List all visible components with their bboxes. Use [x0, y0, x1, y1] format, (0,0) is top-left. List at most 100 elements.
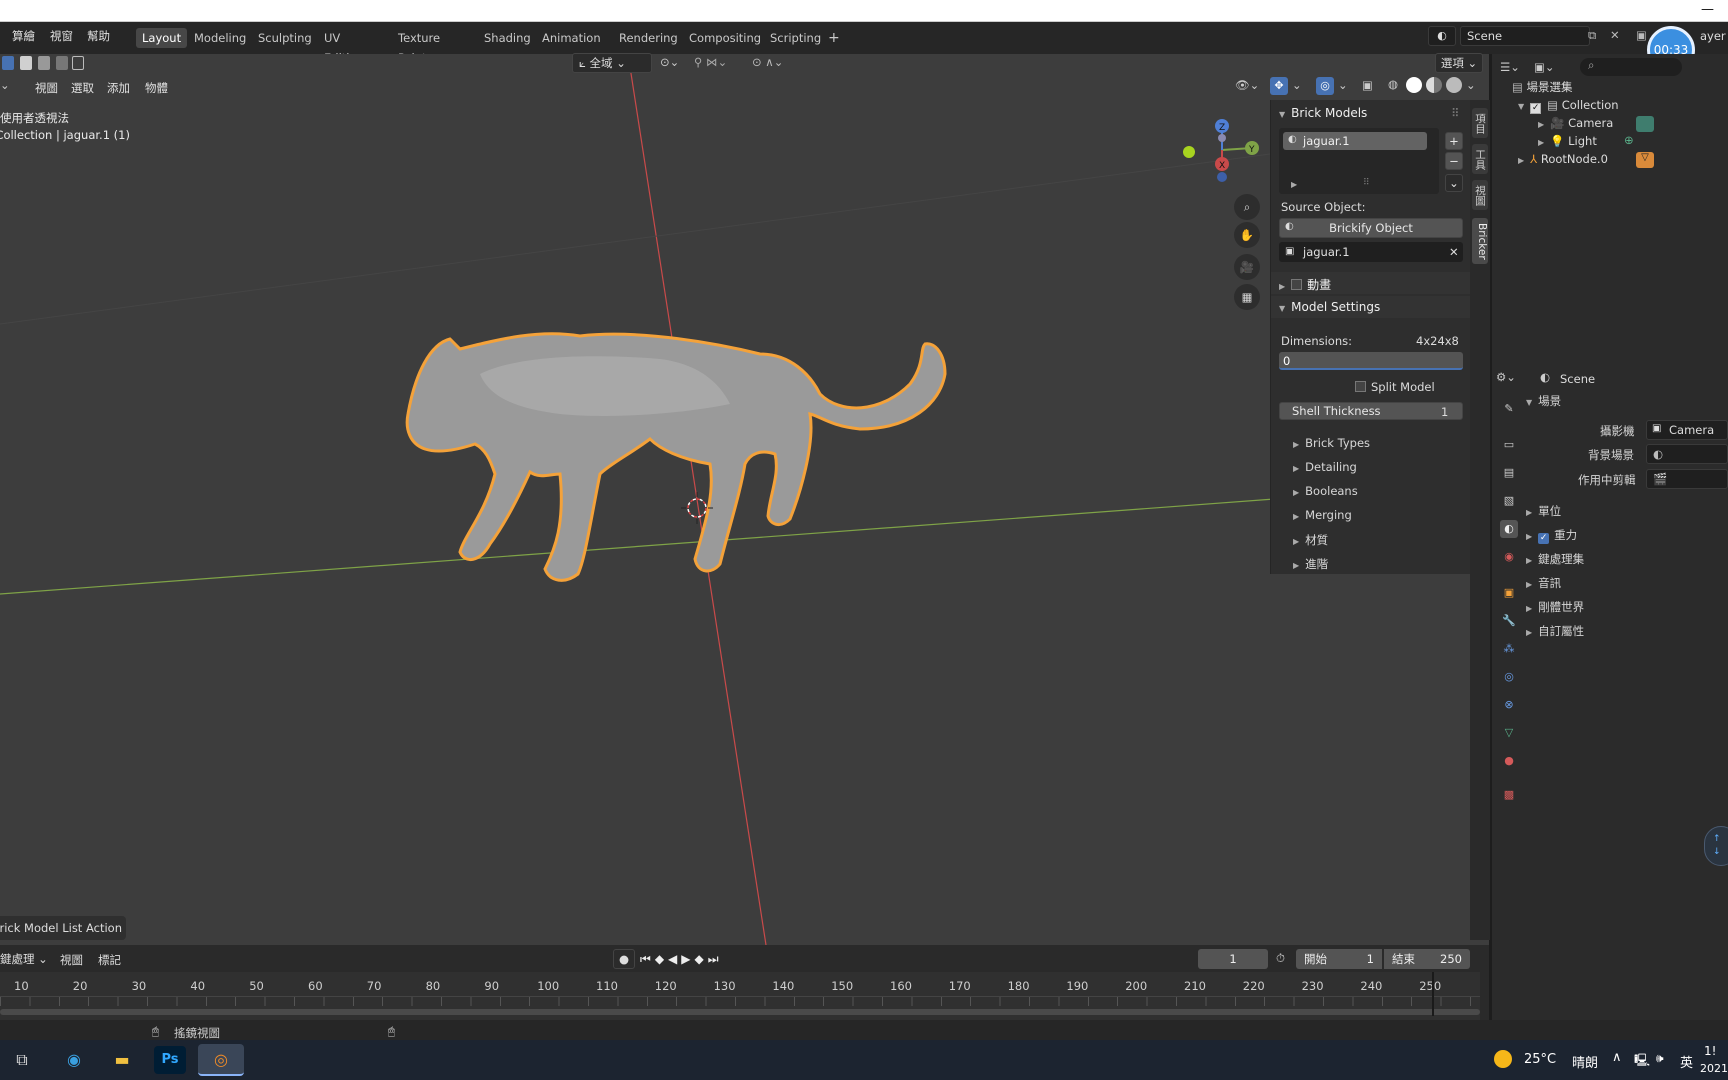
select-extend-icon[interactable]: [20, 56, 32, 70]
transform-orientation-dropdown[interactable]: ⟀ 全域 ⌄: [572, 53, 652, 73]
properties-type-icon[interactable]: ⚙⌄: [1496, 370, 1516, 384]
gravity-checkbox[interactable]: ✓: [1538, 533, 1550, 544]
split-model-checkbox[interactable]: Split Model: [1355, 380, 1435, 394]
shell-thickness-field[interactable]: Shell Thickness: [1279, 402, 1463, 420]
outliner-collection[interactable]: ▼ ✓ ▤ Collection: [1518, 96, 1619, 114]
viewport-menu-select[interactable]: 選取: [66, 80, 99, 96]
tab-bricker[interactable]: Bricker: [1472, 218, 1488, 264]
output-tab-icon[interactable]: ▤: [1500, 464, 1518, 482]
subpanel-detailing[interactable]: ▶ Detailing: [1293, 460, 1357, 474]
edge-browser-icon[interactable]: ◉: [56, 1044, 92, 1076]
tab-uv-editing[interactable]: UV Editing: [318, 28, 370, 65]
data-tab-icon[interactable]: ▽: [1500, 724, 1518, 742]
xray-icon[interactable]: ▣: [1362, 78, 1373, 92]
units-section[interactable]: ▶ 單位: [1526, 503, 1561, 519]
list-resize-icon[interactable]: ⠿: [1363, 178, 1370, 188]
visibility-icon[interactable]: 👁⌄: [1235, 78, 1259, 92]
gizmo-toggle-icon[interactable]: ✥: [1270, 77, 1288, 95]
clear-field-icon[interactable]: ✕: [1449, 245, 1459, 259]
camera-view-icon[interactable]: 🎥: [1234, 254, 1260, 280]
modifier-tab-icon[interactable]: 🔧: [1500, 612, 1518, 630]
particles-tab-icon[interactable]: ⁂: [1500, 640, 1518, 658]
start-frame-field[interactable]: 開始 1: [1296, 949, 1382, 969]
options-dropdown[interactable]: 選項 ⌄: [1435, 53, 1483, 73]
timeline-menu-view[interactable]: 視圖: [60, 952, 83, 968]
clock-icon[interactable]: ⏱: [1276, 951, 1285, 966]
blender-icon[interactable]: ◎: [198, 1044, 244, 1076]
tab-modeling[interactable]: Modeling: [188, 28, 252, 48]
tab-animation[interactable]: Animation: [536, 28, 607, 48]
3d-viewport[interactable]: Y Z X: [0, 54, 1489, 945]
subpanel-materials[interactable]: ▶ 材質: [1293, 532, 1328, 548]
editor-type-chevron-icon[interactable]: ⌄: [0, 78, 10, 92]
material-tab-icon[interactable]: ●: [1500, 752, 1518, 770]
new-scene-icon[interactable]: ⧉: [1588, 28, 1596, 43]
tab-layout[interactable]: Layout: [136, 28, 188, 48]
pivot-point-icon[interactable]: ⊙⌄: [660, 55, 679, 69]
display-mode-icon[interactable]: ▣⌄: [1534, 60, 1555, 74]
current-frame-field[interactable]: 1: [1198, 949, 1268, 969]
modifier-icon[interactable]: ▽: [1636, 152, 1654, 168]
drag-handle-icon[interactable]: ⠿: [1451, 106, 1459, 120]
list-item[interactable]: jaguar.1: [1283, 132, 1427, 150]
prev-keyframe-icon[interactable]: ◆: [655, 952, 668, 966]
overlay-dropdown-icon[interactable]: ⌄: [1338, 78, 1348, 92]
collection-checkbox[interactable]: ✓: [1530, 103, 1542, 114]
last-operator-panel[interactable]: Brick Model List Action: [0, 916, 126, 940]
scene-selector-icon[interactable]: ◐: [1428, 26, 1456, 46]
source-object-field[interactable]: jaguar.1: [1279, 242, 1463, 262]
auto-keying-button[interactable]: ●: [613, 949, 635, 969]
render-tab-icon[interactable]: ▭: [1500, 436, 1518, 454]
gravity-section[interactable]: ▶ ✓ 重力: [1526, 527, 1577, 544]
proportional-edit-icon[interactable]: ⊙ ∧⌄: [752, 55, 783, 69]
jump-start-icon[interactable]: ⏮: [640, 952, 655, 966]
outliner-camera[interactable]: ▶ 🎥 Camera: [1538, 114, 1613, 132]
outliner-search-input[interactable]: ⌕: [1580, 58, 1682, 76]
gizmo-dropdown-icon[interactable]: ⌄: [1292, 78, 1302, 92]
scene-section-header[interactable]: ▼ 場景: [1526, 393, 1561, 409]
rigid-body-world-section[interactable]: ▶ 剛體世界: [1526, 599, 1584, 615]
animation-checkbox[interactable]: [1291, 279, 1303, 290]
subpanel-advanced[interactable]: ▶ 進階: [1293, 556, 1328, 572]
animation-panel-header[interactable]: ▶ 動畫: [1271, 272, 1471, 294]
play-reverse-icon[interactable]: ◀: [668, 952, 681, 966]
tool-tab-icon[interactable]: ✎: [1500, 400, 1518, 418]
minimize-icon[interactable]: —: [1701, 2, 1714, 17]
shading-wireframe-icon[interactable]: ◍: [1388, 77, 1398, 91]
add-model-button[interactable]: +: [1445, 132, 1463, 150]
remove-model-button[interactable]: −: [1445, 152, 1463, 170]
shading-material-icon[interactable]: [1426, 77, 1442, 93]
overlay-toggle-icon[interactable]: ◎: [1316, 77, 1334, 95]
outliner-light[interactable]: ▶ 💡 Light: [1538, 132, 1597, 150]
light-data-icon[interactable]: ⊕: [1624, 133, 1634, 147]
perspective-grid-icon[interactable]: ▦: [1234, 284, 1260, 310]
timeline-menu-marker[interactable]: 標記: [98, 952, 121, 968]
snap-icon[interactable]: ⚲ ⋈⌄: [694, 55, 727, 69]
view-layer-tab-icon[interactable]: ▧: [1500, 492, 1518, 510]
tab-texture-paint[interactable]: Texture Paint: [392, 28, 446, 65]
audio-section[interactable]: ▶ 音訊: [1526, 575, 1561, 591]
weather-description[interactable]: 晴朗: [1572, 1052, 1598, 1071]
tray-chevron-icon[interactable]: ∧: [1612, 1050, 1622, 1065]
weather-sun-icon[interactable]: [1494, 1050, 1512, 1068]
weather-temperature[interactable]: 25°C: [1524, 1052, 1556, 1067]
list-expand-icon[interactable]: ▶: [1291, 180, 1297, 189]
camera-data-icon[interactable]: [1636, 116, 1654, 132]
view-layer-icon[interactable]: ▣: [1636, 28, 1647, 42]
world-tab-icon[interactable]: ◉: [1500, 548, 1518, 566]
scene-tab-icon[interactable]: ◐: [1500, 520, 1518, 538]
menu-render[interactable]: 算繪: [12, 28, 35, 44]
menu-help[interactable]: 幫助: [87, 28, 110, 44]
subpanel-booleans[interactable]: ▶ Booleans: [1293, 484, 1358, 498]
background-scene-field[interactable]: ◐: [1646, 444, 1728, 464]
task-view-icon[interactable]: ⧉: [4, 1044, 40, 1076]
list-menu-icon[interactable]: ⌄: [1445, 174, 1463, 192]
add-workspace-icon[interactable]: +: [822, 28, 846, 48]
network-icon[interactable]: 🖳: [1634, 1051, 1650, 1072]
pan-hand-icon[interactable]: ✋: [1234, 222, 1260, 248]
end-frame-field[interactable]: 結束 250: [1384, 949, 1470, 969]
viewport-menu-object[interactable]: 物體: [140, 80, 173, 96]
outliner-rootnode[interactable]: ▶ ⅄ RootNode.0: [1518, 150, 1608, 168]
brick-model-list[interactable]: jaguar.1 ◐ ▶ ⠿: [1279, 128, 1439, 194]
active-clip-field[interactable]: 🎬: [1646, 469, 1728, 489]
